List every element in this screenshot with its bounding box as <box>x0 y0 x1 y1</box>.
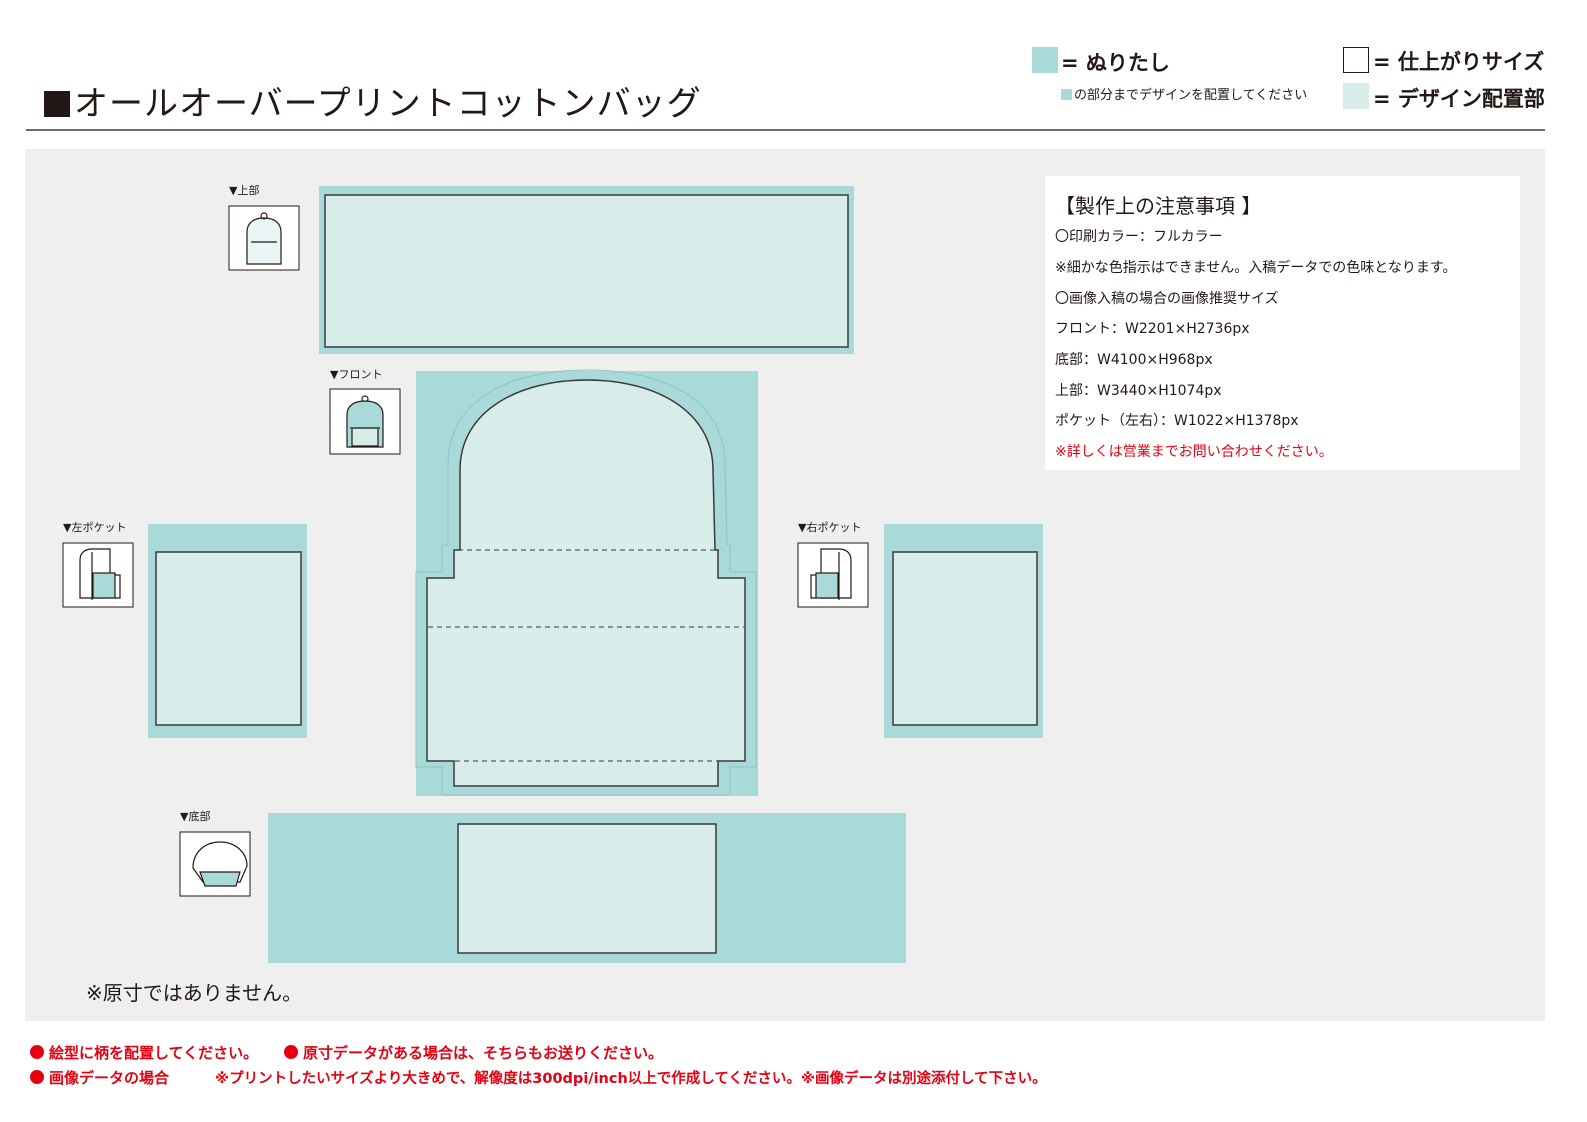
bottom-thumbnail <box>179 831 251 897</box>
footer-note-3: 画像データの場合 <box>30 1067 169 1088</box>
left-pocket-thumbnail <box>62 542 134 608</box>
notes-title: 【製作上の注意事項 】 <box>1055 194 1262 218</box>
note-line: 〇画像入稿の場合の画像推奨サイズ <box>1055 291 1279 307</box>
section-label-left-pocket: ▼左ポケット <box>63 521 127 534</box>
top-thumbnail <box>228 205 300 271</box>
footer-text: 絵型に柄を配置してください。 <box>49 1044 259 1062</box>
right-pocket-thumbnail <box>797 542 869 608</box>
bullet-dot-icon <box>30 1045 44 1059</box>
section-label-right-pocket: ▼右ポケット <box>798 521 862 534</box>
section-label-front: ▼フロント <box>330 368 383 381</box>
footer-note-4: ※プリントしたいサイズより大きめで、解像度は300dpi/inch以上で作成して… <box>215 1071 1047 1087</box>
section-label-top: ▼上部 <box>229 184 260 197</box>
front-thumbnail <box>329 388 401 455</box>
note-line: ※細かな色指示はできません。入稿データでの色味となります。 <box>1055 260 1457 276</box>
right-pocket-panel <box>884 524 1043 738</box>
note-line: 上部：W3440×H1074px <box>1055 383 1222 399</box>
bullet-dot-icon <box>30 1070 44 1084</box>
backpack-icon <box>246 212 282 265</box>
template-diagram <box>62 186 1043 963</box>
footer-note-1: 絵型に柄を配置してください。 <box>30 1042 258 1063</box>
note-line: ポケット（左右）：W1022×H1378px <box>1055 413 1299 429</box>
footer-note-2: 原寸データがある場合は、そちらもお送りください。 <box>284 1042 663 1063</box>
backpack-icon <box>346 395 384 448</box>
footer-text: 画像データの場合 <box>49 1069 170 1087</box>
note-line: フロント：W2201×H2736px <box>1055 321 1250 337</box>
bullet-dot-icon <box>284 1045 298 1059</box>
bottom-panel <box>268 813 906 963</box>
notes-box: 【製作上の注意事項 】 〇印刷カラー：フルカラー ※細かな色指示はできません。入… <box>1045 176 1520 470</box>
note-line: 底部：W4100×H968px <box>1055 352 1213 368</box>
note-warning: ※詳しくは営業までお問い合わせください。 <box>1055 444 1333 460</box>
note-line: 〇印刷カラー：フルカラー <box>1055 229 1223 245</box>
scale-note: ※原寸ではありません。 <box>86 981 303 1005</box>
left-pocket-panel <box>148 524 307 738</box>
front-panel <box>415 369 758 796</box>
section-label-bottom: ▼底部 <box>180 810 211 823</box>
top-panel <box>319 186 854 354</box>
footer-text: 原寸データがある場合は、そちらもお送りください。 <box>303 1044 664 1062</box>
